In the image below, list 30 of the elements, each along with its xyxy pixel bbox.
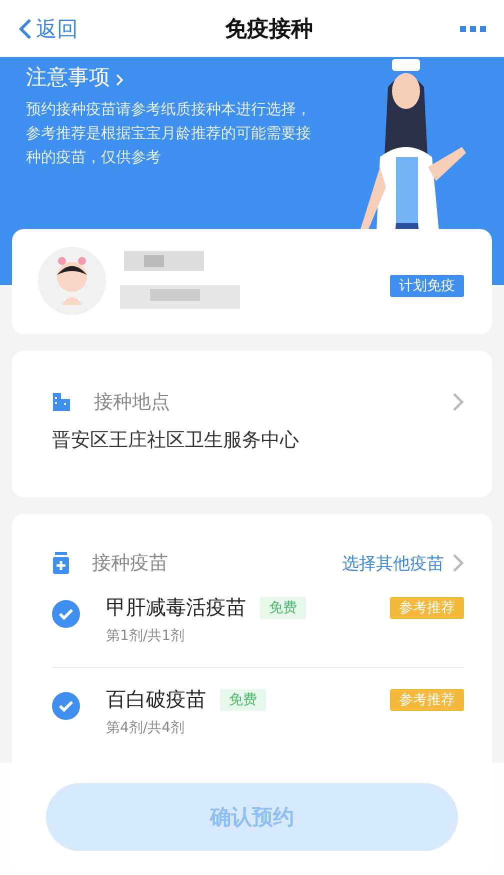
free-tag: 免费 <box>260 596 306 618</box>
location-card[interactable]: 接种地点 晋安区王庄社区卫生服务中心 <box>12 351 492 497</box>
vaccine-row[interactable]: 百白破疫苗 免费 参考推荐 第4剂/共4剂 <box>52 668 464 759</box>
checkbox[interactable] <box>52 600 80 628</box>
location-label: 接种地点 <box>94 390 170 415</box>
vaccine-row[interactable]: 甲肝减毒活疫苗 免费 参考推荐 第1剂/共1剂 <box>52 576 464 668</box>
plan-tag: 计划免疫 <box>390 275 464 297</box>
vaccine-name: 百白破疫苗 <box>106 686 206 713</box>
chevron-icon <box>452 553 464 573</box>
vaccine-name: 甲肝减毒活疫苗 <box>106 594 246 621</box>
dose-text: 第4剂/共4剂 <box>106 719 186 737</box>
vaccine-label: 接种疫苗 <box>92 551 168 576</box>
chevron-icon <box>452 392 464 412</box>
back-icon <box>18 18 32 40</box>
back-button[interactable]: 返回 <box>18 14 78 42</box>
avatar <box>38 247 106 315</box>
recommend-tag: 参考推荐 <box>390 688 464 710</box>
dose-text: 第1剂/共1剂 <box>106 627 186 645</box>
medicine-bottle-icon <box>52 552 70 574</box>
chevron-icon <box>116 74 123 86</box>
more-icon[interactable] <box>460 26 486 32</box>
recommend-tag: 参考推荐 <box>390 596 464 618</box>
building-icon <box>52 392 72 412</box>
notice-link[interactable]: 注意事项 <box>26 63 110 91</box>
page-title: 免疫接种 <box>225 16 313 44</box>
notice-text: 预约接种疫苗请参考纸质接种本进行选择，参考推荐是根据宝宝月龄推荐的可能需要接种的疫苗，仅供参考 <box>26 99 312 168</box>
free-tag: 免费 <box>220 688 266 710</box>
location-value: 晋安区王庄社区卫生服务中心 <box>52 428 300 453</box>
checkbox[interactable] <box>52 692 80 720</box>
other-vaccine-link[interactable]: 选择其他疫苗 <box>342 552 444 574</box>
